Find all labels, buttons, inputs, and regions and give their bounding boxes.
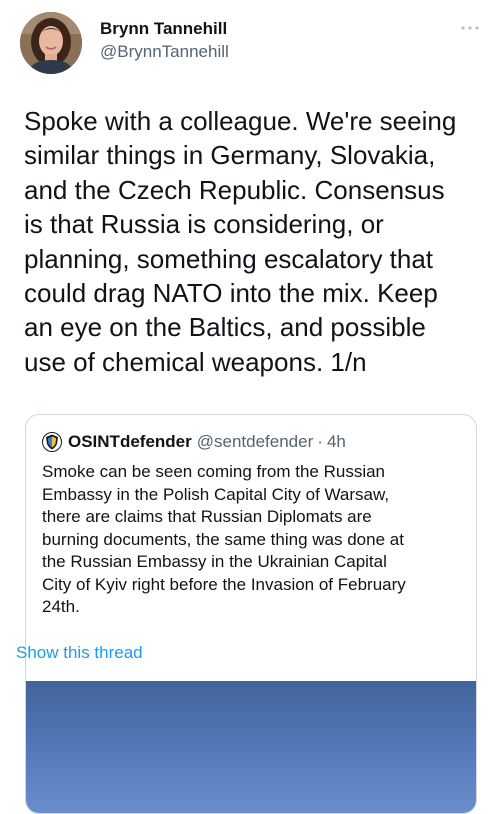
tweet-text: Spoke with a colleague. We're seeing sim… xyxy=(24,106,457,377)
show-thread-link[interactable]: Show this thread xyxy=(16,643,143,663)
quoted-tweet-card[interactable]: OSINTdefender @sentdefender · 4h Smoke c… xyxy=(25,414,477,814)
separator-dot: · xyxy=(317,432,323,451)
quoted-handle[interactable]: @sentdefender xyxy=(197,432,314,452)
tweet-header: Brynn Tannehill @BrynnTannehill xyxy=(20,12,483,76)
author-display-name[interactable]: Brynn Tannehill xyxy=(100,18,229,40)
quoted-display-name[interactable]: OSINTdefender xyxy=(68,432,192,452)
more-horizontal-icon[interactable] xyxy=(459,20,481,30)
quoted-tweet-header: OSINTdefender @sentdefender · 4h xyxy=(42,431,346,453)
author-handle[interactable]: @BrynnTannehill xyxy=(100,41,229,63)
author-block: Brynn Tannehill @BrynnTannehill xyxy=(100,18,229,63)
author-avatar[interactable] xyxy=(20,12,82,74)
quoted-tweet-media-image[interactable] xyxy=(26,681,476,813)
quoted-tweet-text: Smoke can be seen coming from the Russia… xyxy=(42,462,406,616)
quoted-timestamp[interactable]: 4h xyxy=(327,432,346,452)
osintdefender-logo-icon xyxy=(42,432,62,452)
